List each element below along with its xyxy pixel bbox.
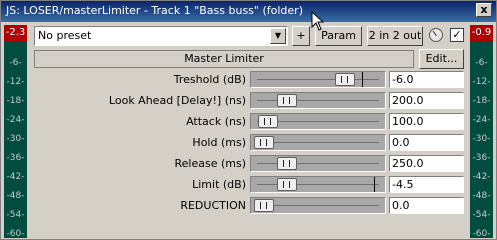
- plugin-name-header: Master Limiter: [34, 50, 414, 68]
- meter-tick: -54-: [472, 210, 491, 220]
- input-level-meter: -2.3 -6- -12- -18- -24- -30- -36- -42- -…: [4, 25, 27, 239]
- slider-thumb[interactable]: [277, 178, 297, 191]
- meter-tick: -12-: [472, 77, 491, 87]
- input-peak-readout[interactable]: -2.3: [4, 25, 27, 41]
- edit-button[interactable]: Edit...: [419, 49, 464, 69]
- meter-tick: -42-: [472, 172, 491, 182]
- title-bar[interactable]: JS: LOSER/masterLimiter - Track 1 "Bass …: [1, 1, 496, 22]
- param-row: Limit (dB) -4.5: [34, 175, 464, 195]
- param-value-field[interactable]: 250.0: [389, 155, 464, 172]
- param-label: Limit (dB): [192, 178, 246, 191]
- output-level-meter: -0.9 -6- -12- -18- -24- -30- -36- -42- -…: [470, 25, 493, 239]
- param-slider[interactable]: [250, 71, 386, 88]
- output-peak-readout[interactable]: -0.9: [470, 25, 493, 41]
- param-row: Release (ms) 250.0: [34, 154, 464, 174]
- meter-tick: -42-: [6, 172, 25, 182]
- meter-tick: -6-: [9, 58, 22, 68]
- slider-thumb[interactable]: [335, 73, 355, 86]
- param-label: Treshold (dB): [173, 73, 246, 86]
- param-value-field[interactable]: 100.0: [389, 113, 464, 130]
- meter-tick: -6-: [475, 58, 488, 68]
- meter-tick: -36-: [6, 153, 25, 163]
- param-row: Attack (ns) 100.0: [34, 112, 464, 132]
- close-button[interactable]: x: [476, 3, 492, 17]
- chevron-down-icon[interactable]: ▼: [270, 28, 286, 44]
- param-row: REDUCTION 0.0: [34, 196, 464, 216]
- meter-tick: -18-: [6, 96, 25, 106]
- plugin-window: JS: LOSER/masterLimiter - Track 1 "Bass …: [0, 0, 497, 240]
- param-value-field[interactable]: 0.0: [389, 134, 464, 151]
- param-slider[interactable]: [250, 176, 386, 193]
- preset-value: No preset: [38, 29, 92, 42]
- meter-tick: -54-: [6, 210, 25, 220]
- wet-dry-knob[interactable]: [429, 28, 443, 42]
- param-label: REDUCTION: [180, 199, 246, 212]
- param-slider[interactable]: [250, 155, 386, 172]
- param-row: Hold (ms) 0.0: [34, 133, 464, 153]
- param-row: Look Ahead [Delay!] (ns) 200.0: [34, 91, 464, 111]
- slider-marker: [362, 72, 363, 87]
- meter-tick: -36-: [472, 153, 491, 163]
- param-slider[interactable]: [250, 134, 386, 151]
- meter-tick: -60-: [6, 229, 25, 239]
- preset-dropdown[interactable]: No preset ▼: [34, 26, 288, 46]
- param-slider[interactable]: [250, 197, 386, 214]
- io-routing-button[interactable]: 2 in 2 out: [367, 26, 423, 46]
- window-title: JS: LOSER/masterLimiter - Track 1 "Bass …: [6, 4, 303, 17]
- slider-thumb[interactable]: [258, 115, 278, 128]
- param-slider[interactable]: [250, 113, 386, 130]
- meter-tick: -12-: [6, 77, 25, 87]
- meter-tick: -60-: [472, 229, 491, 239]
- param-row: Treshold (dB) -6.0: [34, 70, 464, 90]
- meter-tick: -48-: [472, 191, 491, 201]
- param-value-field[interactable]: -6.0: [389, 71, 464, 88]
- meter-tick: -24-: [472, 115, 491, 125]
- slider-thumb[interactable]: [277, 157, 297, 170]
- slider-thumb[interactable]: [254, 199, 274, 212]
- meter-tick: -30-: [472, 134, 491, 144]
- mouse-cursor-icon: [311, 11, 325, 31]
- add-preset-button[interactable]: +: [292, 26, 310, 46]
- param-label: Look Ahead [Delay!] (ns): [108, 94, 246, 107]
- meter-tick: -18-: [472, 96, 491, 106]
- param-value-field[interactable]: 0.0: [389, 197, 464, 214]
- slider-thumb[interactable]: [277, 94, 297, 107]
- param-slider[interactable]: [250, 92, 386, 109]
- param-value-field[interactable]: -4.5: [389, 176, 464, 193]
- param-value-field[interactable]: 200.0: [389, 92, 464, 109]
- param-label: Hold (ms): [192, 136, 246, 149]
- slider-thumb[interactable]: [254, 136, 274, 149]
- meter-tick: -48-: [6, 191, 25, 201]
- param-label: Attack (ns): [186, 115, 246, 128]
- slider-marker: [374, 177, 375, 192]
- meter-tick: -30-: [6, 134, 25, 144]
- bypass-checkbox[interactable]: ✓: [450, 28, 464, 42]
- param-label: Release (ms): [174, 157, 246, 170]
- meter-tick: -24-: [6, 115, 25, 125]
